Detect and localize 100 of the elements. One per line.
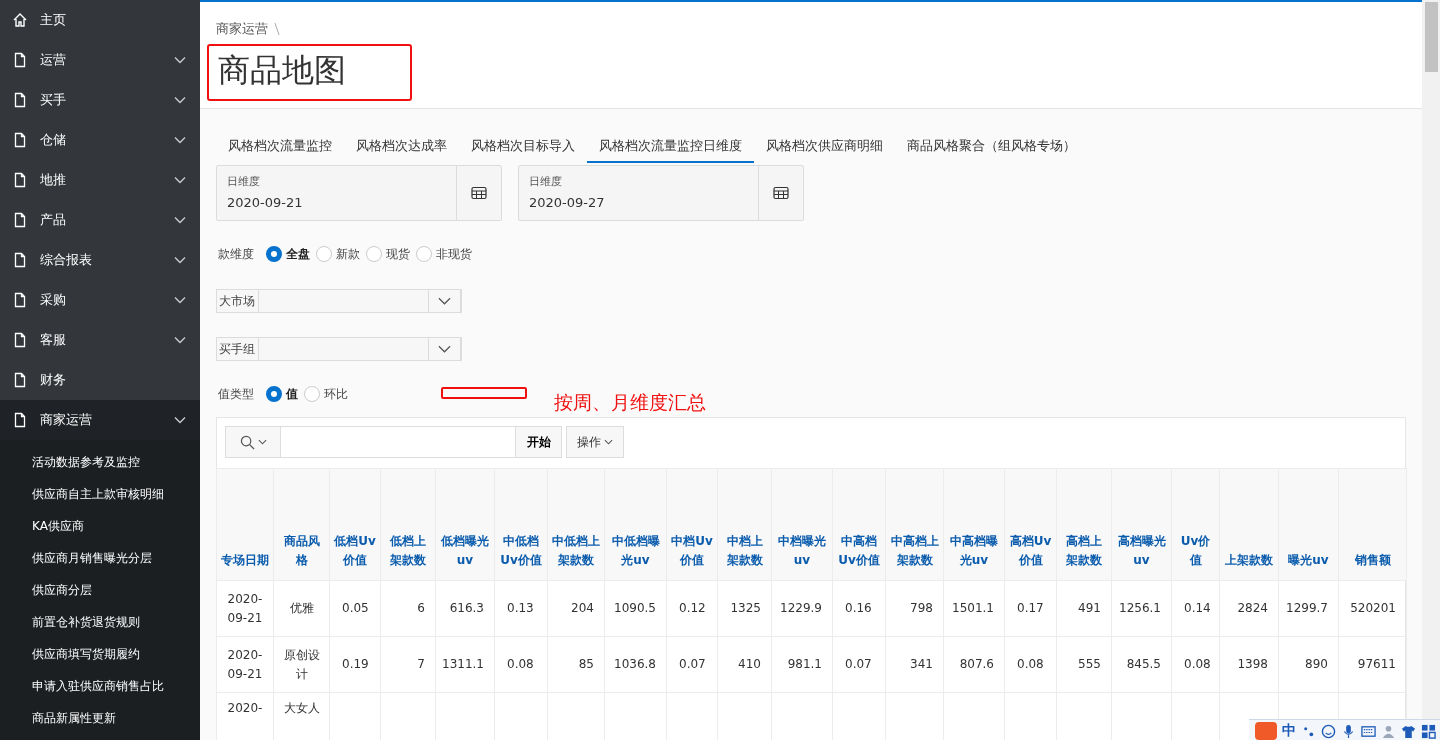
table-cell: 410 xyxy=(738,657,761,671)
column-header[interactable]: 高档曝光uv xyxy=(1111,468,1172,581)
column-header[interactable]: 上架款数 xyxy=(1219,468,1279,581)
sidebar-item-label: 买手 xyxy=(40,91,67,109)
filter-label: 买手组 xyxy=(218,340,256,358)
sidebar-item[interactable]: 采购 xyxy=(0,280,200,320)
tab[interactable]: 风格档次目标导入 xyxy=(459,129,587,161)
column-header[interactable]: Uv价值 xyxy=(1171,468,1220,581)
table-cell: 6 xyxy=(417,601,425,615)
radio-label: 环比 xyxy=(324,385,348,403)
sidebar-item[interactable]: 财务 xyxy=(0,360,200,400)
tab[interactable]: 风格档次达成率 xyxy=(344,129,459,161)
select-field[interactable] xyxy=(258,289,461,313)
column-header[interactable]: 销售额 xyxy=(1338,468,1407,581)
document-icon xyxy=(12,372,28,388)
radio-button[interactable] xyxy=(266,246,282,262)
radio-option[interactable]: 现货 xyxy=(366,245,410,263)
column-header[interactable]: 高档Uv价值 xyxy=(1004,468,1057,581)
table-cell: 0.08 xyxy=(507,657,534,671)
field-value: 2020-09-21 xyxy=(227,195,304,210)
breadcrumb-link[interactable]: 商家运营 xyxy=(216,20,268,38)
submenu-item[interactable]: 申请入驻供应商销售占比 xyxy=(0,670,200,702)
table-cell: 1036.8 xyxy=(614,657,656,671)
radio-option[interactable]: 环比 xyxy=(304,385,348,403)
sidebar-item[interactable]: 综合报表 xyxy=(0,240,200,280)
sidebar-item[interactable]: 运营 xyxy=(0,40,200,80)
radio-option[interactable]: 值 xyxy=(266,385,298,403)
tab[interactable]: 风格档次流量监控 xyxy=(216,129,344,161)
submenu-item[interactable]: 供应商月销售曝光分层 xyxy=(0,542,200,574)
scrollbar-thumb[interactable] xyxy=(1425,2,1438,72)
column-header[interactable]: 中档Uv价值 xyxy=(666,468,718,581)
radio-option[interactable]: 全盘 xyxy=(266,245,310,263)
calendar-icon xyxy=(471,186,487,200)
table-cell: 890 xyxy=(1305,657,1328,671)
tab[interactable]: 商品风格聚合（组风格专场） xyxy=(895,129,1088,161)
actions-button[interactable]: 操作 xyxy=(566,426,624,458)
sidebar-item[interactable]: 主页 xyxy=(0,0,200,40)
tab[interactable]: 风格档次流量监控日维度 xyxy=(587,129,754,163)
table-cell: 0.14 xyxy=(1184,601,1211,615)
document-icon xyxy=(12,172,28,188)
date-field[interactable]: 日维度 2020-09-27 xyxy=(518,165,804,221)
table-cell: 0.05 xyxy=(342,601,369,615)
search-field[interactable]: 开始 xyxy=(225,426,562,458)
submenu-item[interactable]: 供应商填写货期履约 xyxy=(0,638,200,670)
sidebar-item[interactable]: 客服 xyxy=(0,320,200,360)
filter-label: 大市场 xyxy=(218,292,256,310)
column-header[interactable]: 中高档Uv价值 xyxy=(832,468,886,581)
table-cell: 0.12 xyxy=(679,601,706,615)
radio-button[interactable] xyxy=(266,386,282,402)
chevron-down-icon xyxy=(174,216,186,224)
submenu-item[interactable]: KA供应商 xyxy=(0,510,200,542)
sidebar-item[interactable]: 产品 xyxy=(0,200,200,240)
tab[interactable]: 风格档次供应商明细 xyxy=(754,129,895,161)
column-header[interactable]: 中档上架款数 xyxy=(717,468,772,581)
column-header[interactable]: 专场日期 xyxy=(216,468,274,581)
chevron-down-icon xyxy=(174,136,186,144)
chevron-down-icon xyxy=(438,297,451,305)
field-label: 日维度 xyxy=(227,174,261,189)
sidebar-item[interactable]: 买手 xyxy=(0,80,200,120)
sidebar-item[interactable]: 地推 xyxy=(0,160,200,200)
column-header[interactable]: 中低档曝光uv xyxy=(604,468,667,581)
submenu-item[interactable]: 商品新属性更新 xyxy=(0,702,200,734)
column-header[interactable]: 低档上架款数 xyxy=(380,468,436,581)
sidebar-item-label: 仓储 xyxy=(40,131,67,149)
column-header[interactable]: 中低档Uv价值 xyxy=(494,468,548,581)
column-header[interactable]: 中档曝光uv xyxy=(771,468,833,581)
chevron-down-icon xyxy=(174,96,186,104)
submenu-item[interactable]: 供应商分层 xyxy=(0,574,200,606)
table-cell: 原创设计 xyxy=(283,647,320,681)
shirt-icon[interactable] xyxy=(1401,723,1416,739)
column-header[interactable]: 中高档曝光uv xyxy=(943,468,1005,581)
sidebar-item[interactable]: 仓储 xyxy=(0,120,200,160)
radio-option[interactable]: 非现货 xyxy=(416,245,472,263)
column-header[interactable]: 曝光uv xyxy=(1278,468,1339,581)
ime-mode-label[interactable]: 中 xyxy=(1282,722,1296,740)
table-cell: 1501.1 xyxy=(952,601,994,615)
submenu-item[interactable]: 活动数据参考及监控 xyxy=(0,446,200,478)
column-header[interactable]: 低档曝光uv xyxy=(435,468,495,581)
column-header[interactable]: 低档Uv价值 xyxy=(329,468,381,581)
document-icon xyxy=(12,332,28,348)
document-icon xyxy=(12,52,28,68)
column-header[interactable]: 商品风格 xyxy=(273,468,330,581)
table-cell: 341 xyxy=(910,657,933,671)
column-header[interactable]: 高档上架款数 xyxy=(1056,468,1112,581)
date-field[interactable]: 日维度 2020-09-21 xyxy=(216,165,502,221)
go-button[interactable]: 开始 xyxy=(515,427,561,457)
select-field[interactable] xyxy=(258,337,461,361)
sidebar-item[interactable]: 商家运营 xyxy=(0,400,200,440)
column-header[interactable]: 中高档上架款数 xyxy=(885,468,944,581)
sidebar-item-label: 商家运营 xyxy=(40,411,93,429)
grid-icon[interactable] xyxy=(1421,723,1436,739)
microphone-icon[interactable] xyxy=(1341,723,1356,739)
submenu-item[interactable]: 前置仓补货退货规则 xyxy=(0,606,200,638)
column-header[interactable]: 中低档上架款数 xyxy=(547,468,605,581)
radio-option[interactable]: 新款 xyxy=(316,245,360,263)
smiley-icon[interactable] xyxy=(1321,723,1336,739)
submenu-item[interactable]: 供应商自主上款审核明细 xyxy=(0,478,200,510)
keyboard-icon[interactable] xyxy=(1361,723,1376,739)
search-column-button[interactable] xyxy=(226,427,281,457)
table-cell: 1398 xyxy=(1237,657,1268,671)
